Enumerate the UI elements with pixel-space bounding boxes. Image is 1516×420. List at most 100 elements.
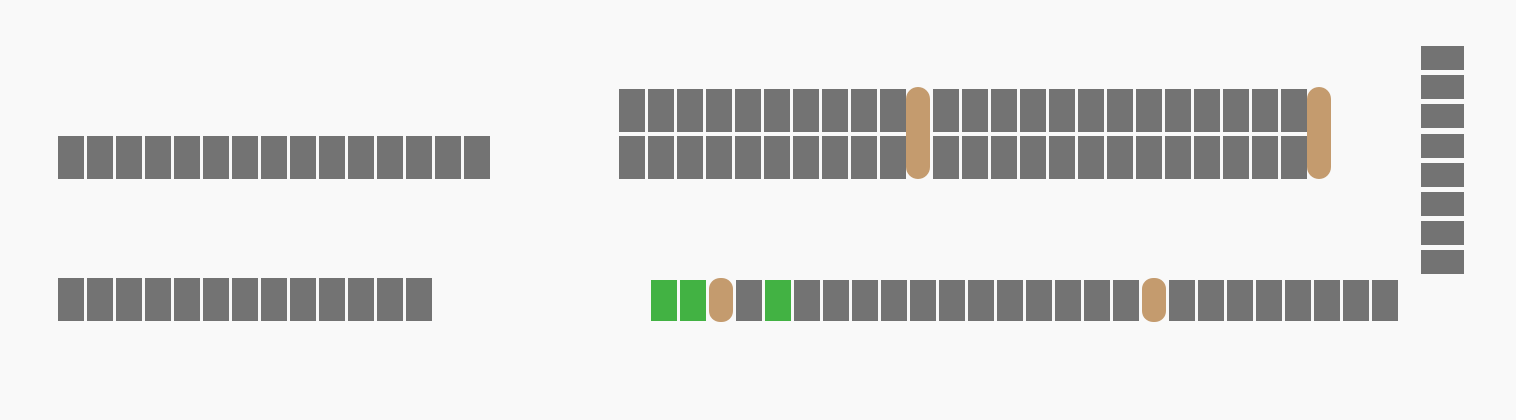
seat-occupied[interactable]: [822, 89, 848, 132]
seat-occupied[interactable]: [764, 136, 790, 179]
seat-occupied[interactable]: [1252, 89, 1278, 132]
seat-occupied[interactable]: [880, 136, 906, 179]
seat-occupied[interactable]: [1421, 133, 1464, 158]
seat-occupied[interactable]: [203, 136, 229, 179]
seat-occupied[interactable]: [145, 278, 171, 321]
seat-occupied[interactable]: [1113, 280, 1139, 321]
seat-occupied[interactable]: [1343, 280, 1369, 321]
seat-occupied[interactable]: [1084, 280, 1110, 321]
seat-occupied[interactable]: [261, 136, 287, 179]
seat-occupied[interactable]: [1256, 280, 1282, 321]
seat-selected[interactable]: [651, 280, 677, 321]
seat-occupied[interactable]: [1281, 89, 1307, 132]
seat-occupied[interactable]: [290, 136, 316, 179]
seat-occupied[interactable]: [962, 136, 988, 179]
seat-occupied[interactable]: [1194, 89, 1220, 132]
seat-occupied[interactable]: [822, 136, 848, 179]
seat-occupied[interactable]: [648, 89, 674, 132]
seat-occupied[interactable]: [736, 280, 762, 321]
seat-occupied[interactable]: [968, 280, 994, 321]
seat-occupied[interactable]: [1020, 136, 1046, 179]
seat-occupied[interactable]: [939, 280, 965, 321]
seat-occupied[interactable]: [1078, 136, 1104, 179]
seat-occupied[interactable]: [677, 136, 703, 179]
seat-occupied[interactable]: [232, 136, 258, 179]
seat-occupied[interactable]: [174, 136, 200, 179]
seat-occupied[interactable]: [991, 89, 1017, 132]
seat-occupied[interactable]: [406, 278, 432, 321]
seat-occupied[interactable]: [881, 280, 907, 321]
seat-occupied[interactable]: [880, 89, 906, 132]
seat-occupied[interactable]: [1136, 89, 1162, 132]
seat-occupied[interactable]: [1223, 136, 1249, 179]
seat-occupied[interactable]: [58, 136, 84, 179]
seat-occupied[interactable]: [910, 280, 936, 321]
seat-occupied[interactable]: [1285, 280, 1311, 321]
seat-occupied[interactable]: [962, 89, 988, 132]
seat-occupied[interactable]: [174, 278, 200, 321]
seat-occupied[interactable]: [997, 280, 1023, 321]
seat-occupied[interactable]: [1107, 136, 1133, 179]
seat-occupied[interactable]: [851, 89, 877, 132]
seat-occupied[interactable]: [619, 89, 645, 132]
seat-occupied[interactable]: [1421, 162, 1464, 187]
seat-occupied[interactable]: [933, 136, 959, 179]
seat-occupied[interactable]: [1136, 136, 1162, 179]
seat-occupied[interactable]: [794, 280, 820, 321]
seat-occupied[interactable]: [406, 136, 432, 179]
seat-occupied[interactable]: [1020, 89, 1046, 132]
seat-occupied[interactable]: [1055, 280, 1081, 321]
seat-occupied[interactable]: [87, 136, 113, 179]
seat-occupied[interactable]: [116, 278, 142, 321]
seat-occupied[interactable]: [145, 136, 171, 179]
seat-occupied[interactable]: [58, 278, 84, 321]
seat-occupied[interactable]: [793, 136, 819, 179]
table-seat[interactable]: [1307, 87, 1331, 179]
table-seat[interactable]: [709, 278, 733, 322]
seat-occupied[interactable]: [793, 89, 819, 132]
seat-occupied[interactable]: [619, 136, 645, 179]
seat-selected[interactable]: [765, 280, 791, 321]
seat-occupied[interactable]: [706, 136, 732, 179]
seat-occupied[interactable]: [116, 136, 142, 179]
seat-occupied[interactable]: [1165, 136, 1191, 179]
seat-occupied[interactable]: [319, 136, 345, 179]
seat-occupied[interactable]: [1252, 136, 1278, 179]
seat-occupied[interactable]: [851, 136, 877, 179]
seat-occupied[interactable]: [435, 136, 461, 179]
seat-occupied[interactable]: [261, 278, 287, 321]
seat-occupied[interactable]: [377, 136, 403, 179]
seat-occupied[interactable]: [290, 278, 316, 321]
seat-occupied[interactable]: [319, 278, 345, 321]
seat-occupied[interactable]: [1281, 136, 1307, 179]
seat-occupied[interactable]: [348, 278, 374, 321]
seat-occupied[interactable]: [1421, 192, 1464, 216]
seat-occupied[interactable]: [677, 89, 703, 132]
seat-occupied[interactable]: [1372, 280, 1398, 321]
seat-occupied[interactable]: [1049, 89, 1075, 132]
seat-occupied[interactable]: [735, 89, 761, 132]
seat-occupied[interactable]: [764, 89, 790, 132]
seat-occupied[interactable]: [1078, 89, 1104, 132]
seat-occupied[interactable]: [1169, 280, 1195, 321]
seat-occupied[interactable]: [1026, 280, 1052, 321]
seat-occupied[interactable]: [87, 278, 113, 321]
seat-occupied[interactable]: [648, 136, 674, 179]
seat-occupied[interactable]: [991, 136, 1017, 179]
seat-occupied[interactable]: [1107, 89, 1133, 132]
table-seat[interactable]: [906, 87, 930, 179]
seat-occupied[interactable]: [933, 89, 959, 132]
seat-occupied[interactable]: [1421, 46, 1464, 70]
seat-occupied[interactable]: [706, 89, 732, 132]
seat-occupied[interactable]: [203, 278, 229, 321]
seat-occupied[interactable]: [1165, 89, 1191, 132]
seat-occupied[interactable]: [1198, 280, 1224, 321]
seat-occupied[interactable]: [1421, 75, 1464, 100]
seat-occupied[interactable]: [1194, 136, 1220, 179]
seat-occupied[interactable]: [1421, 104, 1464, 129]
seat-occupied[interactable]: [348, 136, 374, 179]
seat-selected[interactable]: [680, 280, 706, 321]
seat-occupied[interactable]: [823, 280, 849, 321]
table-seat[interactable]: [1142, 278, 1166, 322]
seat-occupied[interactable]: [1049, 136, 1075, 179]
